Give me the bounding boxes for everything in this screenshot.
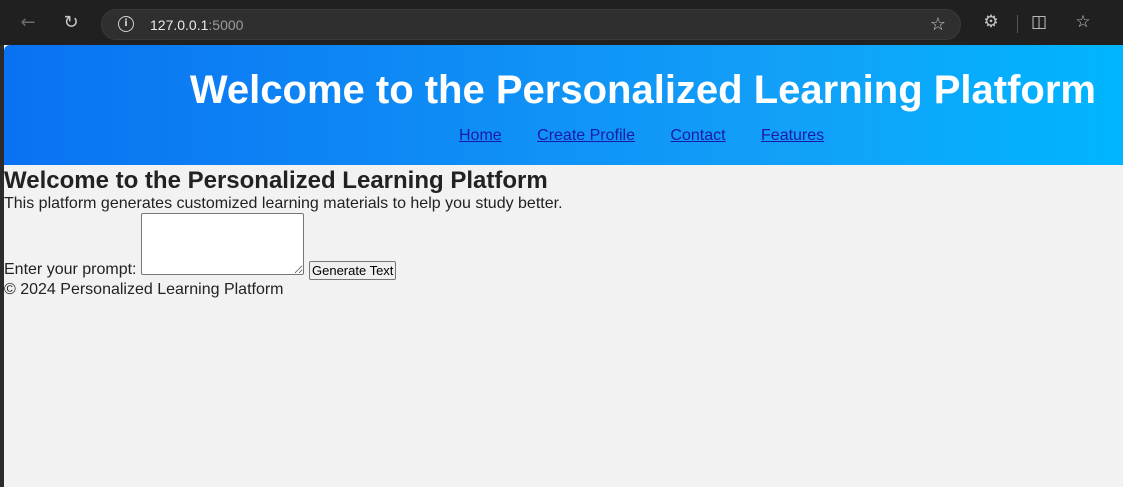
back-arrow-icon[interactable]: ← [15,10,41,36]
page-viewport: Welcome to the Personalized Learning Pla… [4,45,1123,487]
prompt-label: Enter your prompt: [4,261,137,278]
site-header: Welcome to the Personalized Learning Pla… [4,45,1123,165]
extensions-icon[interactable]: ⚙ [980,11,1002,33]
nav-link-features[interactable]: Features [761,127,824,144]
browser-toolbar: ← ↻ i 127.0.0.1:5000 ☆ ⚙ ◫ ☆ [0,0,1123,45]
url-text: 127.0.0.1:5000 [150,17,243,33]
url-host: 127.0.0.1 [150,17,209,33]
footer-copyright: © 2024 Personalized Learning Platform [4,281,284,298]
favorites-bar-icon[interactable]: ☆ [1072,11,1094,33]
prompt-input[interactable] [141,213,304,275]
nav-link-contact[interactable]: Contact [670,127,725,144]
address-bar[interactable]: i 127.0.0.1:5000 ☆ [101,9,961,40]
nav-link-create-profile[interactable]: Create Profile [537,127,635,144]
info-icon[interactable]: i [118,16,134,32]
site-title: Welcome to the Personalized Learning Pla… [189,68,1096,112]
url-port: :5000 [208,17,244,33]
main-nav: Home Create Profile Contact Features [459,127,855,145]
generate-text-button[interactable]: Generate Text [309,261,397,280]
prompt-form: Enter your prompt: Generate Text [4,213,1123,280]
reload-icon[interactable]: ↻ [58,10,84,36]
split-screen-icon[interactable]: ◫ [1028,11,1050,33]
page-heading: Welcome to the Personalized Learning Pla… [4,167,548,194]
favorite-star-icon[interactable]: ☆ [930,14,946,35]
page-description: This platform generates customized learn… [4,195,563,212]
toolbar-divider [1017,15,1018,33]
nav-link-home[interactable]: Home [459,127,502,144]
main-content: Welcome to the Personalized Learning Pla… [4,165,1123,299]
